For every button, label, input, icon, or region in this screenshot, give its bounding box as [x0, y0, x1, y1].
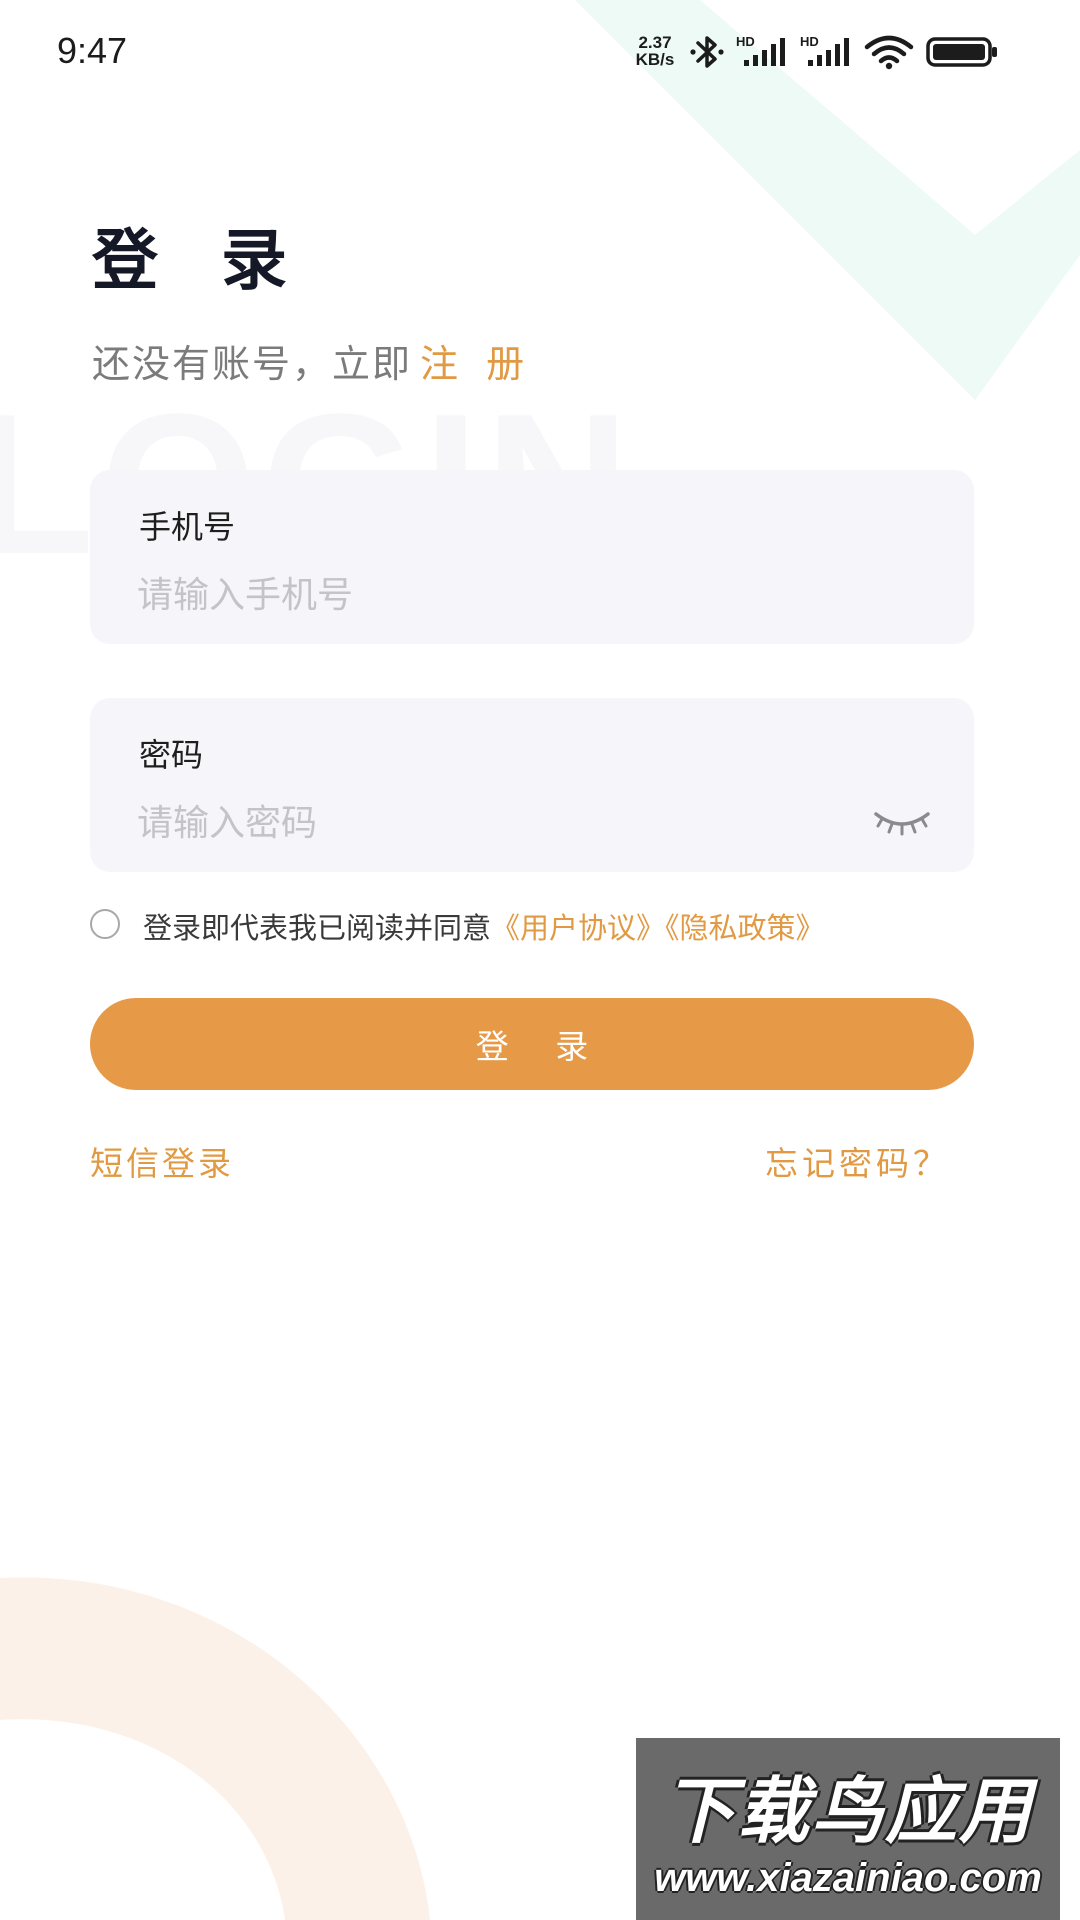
phone-input[interactable] [137, 568, 837, 622]
forgot-password-link[interactable]: 忘记密码？ [765, 1137, 950, 1185]
agreement-checkbox[interactable] [90, 909, 120, 939]
user-agreement-link[interactable]: 《用户协议》 [491, 911, 665, 945]
sms-login-link[interactable]: 短信登录 [90, 1137, 234, 1185]
site-watermark: 下载鸟应用 www.xiazainiao.com [636, 1738, 1060, 1920]
privacy-policy-link[interactable]: 《隐私政策》 [665, 911, 825, 945]
login-button[interactable]: 登 录 [90, 998, 974, 1090]
network-speed: 2.37 KB/s [628, 34, 682, 68]
watermark-title: 下载鸟应用 [662, 1769, 1033, 1853]
network-speed-value: 2.37 [638, 33, 672, 52]
phone-label: 手机号 [139, 508, 236, 546]
page-title: 登 录 [92, 222, 307, 299]
bluetooth-icon [690, 36, 724, 68]
password-label: 密码 [139, 736, 204, 774]
password-field[interactable]: 密码 [90, 698, 974, 872]
background-arc-decoration [0, 1577, 430, 1920]
watermark-url: www.xiazainiao.com [654, 1856, 1042, 1900]
battery-icon [926, 37, 997, 67]
status-time: 9:47 [57, 30, 128, 71]
signal-icon: HD [800, 34, 856, 68]
password-input[interactable] [137, 796, 837, 850]
register-prompt-text: 还没有账号，立即 [92, 342, 413, 386]
agreement-text: 登录即代表我已阅读并同意《用户协议》《隐私政策》 [143, 905, 825, 947]
phone-field[interactable]: 手机号 [90, 470, 974, 644]
network-speed-unit: KB/s [635, 50, 675, 69]
wifi-icon [864, 35, 914, 70]
signal-icon: HD [736, 34, 792, 68]
agreement-statement: 登录即代表我已阅读并同意 [143, 911, 492, 945]
login-screen: LOGIN 9:47 2.37 KB/s HD HD [0, 0, 1080, 1920]
register-prompt: 还没有账号，立即注 册 [92, 333, 532, 388]
agreement-row: 登录即代表我已阅读并同意《用户协议》《隐私政策》 [90, 905, 990, 945]
eye-closed-icon[interactable] [872, 804, 932, 840]
register-link[interactable]: 注 册 [420, 342, 532, 386]
status-bar: 9:47 2.37 KB/s HD HD [0, 0, 1080, 100]
